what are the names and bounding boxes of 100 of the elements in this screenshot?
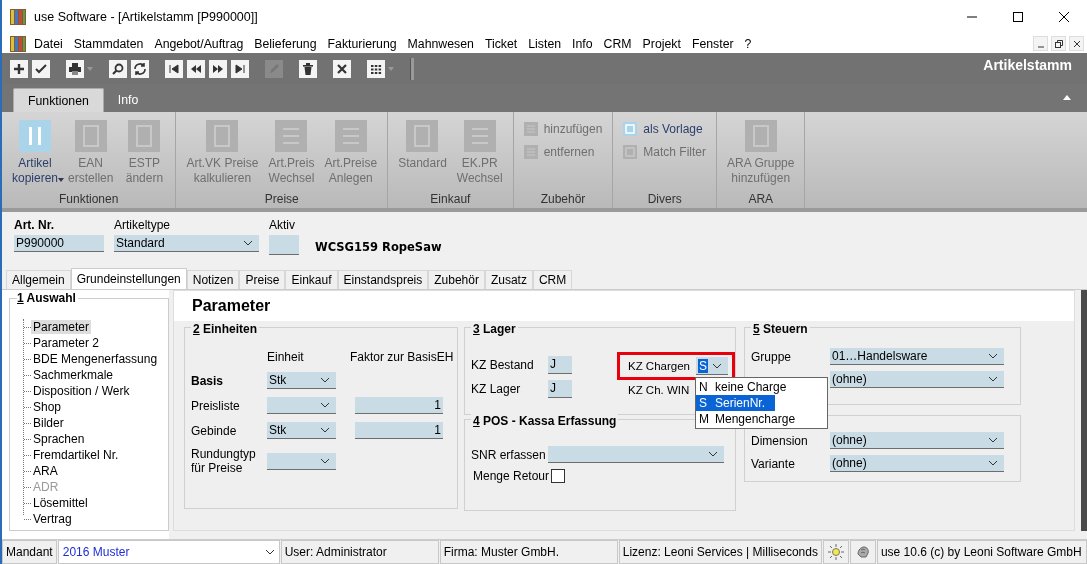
- unit-dropdown[interactable]: [267, 452, 336, 470]
- menu-item[interactable]: Projekt: [636, 36, 686, 51]
- field-label: Aktiv: [269, 218, 296, 232]
- article-type-dropdown[interactable]: Standard: [114, 235, 259, 252]
- menu-item[interactable]: Info: [566, 36, 598, 51]
- tree-item[interactable]: Sprachen: [31, 432, 87, 446]
- close-icon[interactable]: [333, 59, 351, 78]
- sheet-icon: [74, 120, 107, 152]
- factor-field[interactable]: 1: [355, 422, 443, 439]
- menu-item[interactable]: Fenster: [685, 36, 739, 51]
- toolbar-title: Artikelstamm: [983, 57, 1072, 73]
- tree-item[interactable]: ARA: [31, 464, 60, 478]
- tree-item[interactable]: Parameter: [31, 320, 92, 334]
- trash-icon[interactable]: [299, 59, 317, 78]
- menu-item[interactable]: Datei: [28, 36, 68, 51]
- menu-item[interactable]: Mahnwesen: [401, 36, 479, 51]
- dropdown-option[interactable]: S SerienNr.: [696, 395, 775, 411]
- add-icon[interactable]: [10, 59, 28, 78]
- last-icon[interactable]: [231, 59, 249, 78]
- collapse-icon[interactable]: [1063, 95, 1071, 100]
- ribbon-button[interactable]: Artikel kopieren: [8, 120, 63, 186]
- tree-item[interactable]: BDE Mengenerfassung: [31, 352, 160, 366]
- tree-item[interactable]: Parameter 2: [31, 336, 102, 350]
- menu-item[interactable]: ?: [738, 36, 757, 51]
- tab[interactable]: Einstandspreis: [337, 270, 429, 289]
- tree-item[interactable]: Vertrag: [31, 512, 74, 526]
- flag-field[interactable]: J: [548, 380, 572, 398]
- restore-icon: [1054, 39, 1063, 48]
- search-icon[interactable]: [109, 59, 127, 78]
- list-icon: [463, 120, 496, 152]
- close-button[interactable]: [1069, 36, 1084, 51]
- ribbon-button[interactable]: als Vorlage: [619, 122, 707, 136]
- field-label: SNR erfassen: [471, 447, 547, 462]
- field-label: Art. Nr.: [14, 218, 55, 232]
- menu-item[interactable]: CRM: [597, 36, 637, 51]
- close-icon: [1058, 11, 1070, 23]
- tab[interactable]: CRM: [532, 270, 573, 289]
- tree-item[interactable]: Sachmerkmale: [31, 368, 116, 382]
- status-text: User: Administrator: [280, 540, 439, 564]
- menu-item[interactable]: Fakturierung: [321, 36, 402, 51]
- tab[interactable]: Zusatz: [484, 270, 533, 289]
- chevron-icon: [264, 549, 275, 555]
- hand-icon[interactable]: [854, 544, 871, 560]
- unit-dropdown[interactable]: [267, 397, 336, 414]
- check-icon[interactable]: [32, 59, 50, 78]
- section-title: 2 Einheiten: [191, 322, 260, 336]
- scrollbar[interactable]: [1081, 290, 1087, 531]
- client-dropdown[interactable]: 2016 Muster: [57, 540, 280, 564]
- dropdown-option[interactable]: N keine Charge: [696, 379, 827, 395]
- article-number-field[interactable]: P990000: [14, 235, 104, 252]
- tax-dropdown[interactable]: (ohne): [830, 371, 1004, 388]
- tab[interactable]: Zubehör: [428, 270, 485, 289]
- ribbon-tab[interactable]: Funktionen: [13, 88, 104, 112]
- fast-forward-icon[interactable]: [209, 59, 227, 78]
- menu-item[interactable]: Ticket: [478, 36, 523, 51]
- unit-dropdown[interactable]: Stk: [267, 372, 336, 389]
- tab[interactable]: Notizen: [186, 270, 240, 289]
- list-icon: [523, 122, 538, 136]
- menu-item[interactable]: Belieferung: [248, 36, 322, 51]
- column-heading: Faktor zur BasisEH: [350, 350, 454, 364]
- factor-field[interactable]: 1: [355, 397, 443, 414]
- restore-button[interactable]: [1051, 36, 1066, 51]
- field-label: Gruppe: [751, 349, 792, 364]
- app-icon: [10, 35, 26, 52]
- tree-item[interactable]: Disposition / Werk: [31, 384, 132, 398]
- page-title: Parameter: [192, 297, 271, 315]
- sun-icon[interactable]: [827, 544, 844, 560]
- first-icon[interactable]: [165, 59, 183, 78]
- rewind-icon[interactable]: [187, 59, 205, 78]
- unit-dropdown[interactable]: Stk: [267, 422, 336, 439]
- batch-dropdown[interactable]: S: [696, 357, 728, 375]
- active-field[interactable]: [269, 235, 299, 255]
- chevron-icon: [320, 402, 330, 408]
- sheet-icon: [206, 120, 239, 152]
- menu-item[interactable]: Stammdaten: [67, 36, 149, 51]
- printer-icon[interactable]: [66, 59, 84, 78]
- tab[interactable]: Einkauf: [285, 270, 338, 289]
- variant-dropdown[interactable]: (ohne): [830, 455, 1004, 472]
- chevron-icon: [988, 353, 998, 359]
- flag-field[interactable]: J: [548, 356, 572, 374]
- dropdown-option[interactable]: M Mengencharge: [696, 411, 827, 427]
- list-icon: [523, 145, 538, 159]
- tab[interactable]: Grundeinstellungen: [70, 268, 187, 289]
- grid-icon[interactable]: [367, 59, 385, 78]
- ribbon-tab[interactable]: Info: [103, 88, 153, 112]
- menu-item[interactable]: Listen: [522, 36, 567, 51]
- serial-dropdown[interactable]: [548, 446, 724, 463]
- field-label: Preisliste: [191, 398, 241, 413]
- menu-item[interactable]: Angebot/Auftrag: [148, 36, 249, 51]
- tab[interactable]: Preise: [239, 270, 286, 289]
- tax-dropdown[interactable]: 01…Handelsware: [830, 348, 1004, 365]
- variant-dropdown[interactable]: (ohne): [830, 432, 1004, 449]
- tree-item[interactable]: Bilder: [31, 416, 66, 430]
- tree-item[interactable]: Lösemittel: [31, 496, 90, 510]
- chevron-icon: [988, 460, 998, 466]
- tree-item[interactable]: Fremdartikel Nr.: [31, 448, 121, 462]
- checkbox[interactable]: [551, 469, 565, 483]
- refresh-icon[interactable]: [131, 59, 149, 78]
- tree-item[interactable]: Shop: [31, 400, 64, 414]
- tab[interactable]: Allgemein: [6, 270, 71, 289]
